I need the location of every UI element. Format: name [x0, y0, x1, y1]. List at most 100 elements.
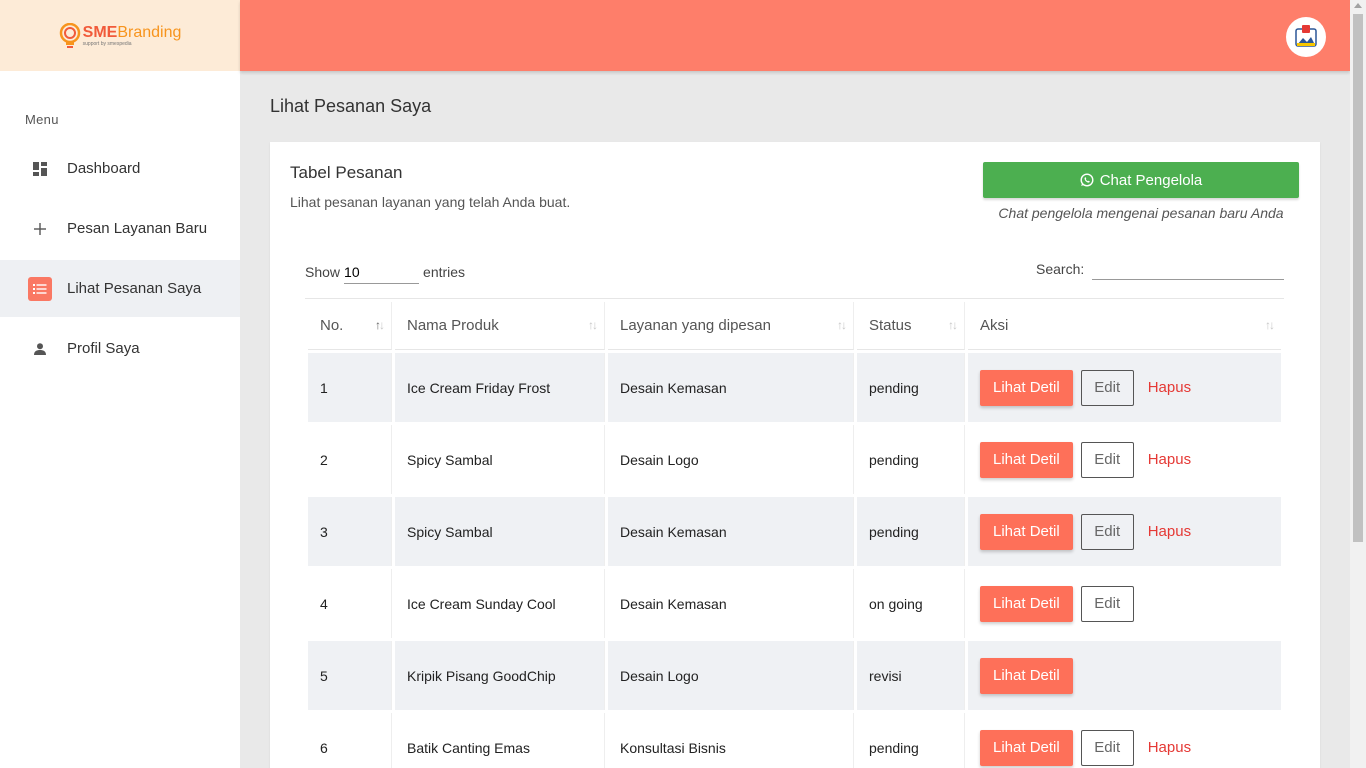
cell-service: Konsultasi Bisnis	[608, 713, 854, 768]
table-row: 6 Batik Canting Emas Konsultasi Bisnis pend…	[308, 713, 1281, 768]
cell-actions: Lihat Detil Edit Hapus	[968, 425, 1281, 494]
card-subtitle: Lihat pesanan layanan yang telah Anda bu…	[290, 194, 571, 210]
scroll-thumb[interactable]	[1353, 14, 1363, 542]
sidebar-item-dashboard[interactable]: Dashboard	[0, 140, 240, 197]
sidebar-item-pesan-layanan-baru[interactable]: Pesan Layanan Baru	[0, 200, 240, 257]
chat-pengelola-button[interactable]: Chat Pengelola	[983, 162, 1299, 198]
sort-icon: ↑↓	[375, 318, 385, 332]
card-title: Tabel Pesanan	[290, 163, 403, 182]
avatar-icon	[1295, 25, 1317, 47]
sort-icon: ↑↓	[837, 318, 847, 332]
sort-icon: ↑↓	[588, 318, 598, 332]
page-scrollbar[interactable]	[1350, 0, 1366, 768]
menu-title: Menu	[25, 112, 59, 127]
hapus-link[interactable]: Hapus	[1148, 379, 1191, 396]
brand-logo[interactable]: SMEBranding support by smespedia	[59, 22, 182, 49]
cell-no: 3	[308, 497, 392, 566]
cell-status: revisi	[857, 641, 965, 710]
dashboard-icon	[28, 157, 52, 181]
entries-select[interactable]	[344, 260, 420, 284]
brand-tagline: support by smespedia	[82, 40, 132, 47]
chat-button-label: Chat Pengelola	[1099, 171, 1203, 189]
avatar[interactable]	[1286, 17, 1326, 57]
cell-no: 2	[308, 425, 392, 494]
person-icon	[28, 337, 52, 361]
sidebar-nav: Dashboard Pesan Layanan Baru Lihat Pesan…	[0, 140, 240, 380]
column-header-no[interactable]: No. ↑↓	[308, 302, 392, 350]
brand-name: SMEBranding	[82, 23, 182, 41]
table-row: 3 Spicy Sambal Desain Kemasan pending Lihat …	[308, 497, 1281, 566]
search-control: Search:	[1036, 258, 1285, 280]
sort-icon: ↑↓	[1265, 318, 1275, 332]
orders-table-wrap: No. ↑↓ Nama Produk ↑↓ Layanan yang dipesan…	[305, 298, 1284, 768]
sidebar: SMEBranding support by smespedia Menu Da…	[0, 0, 240, 768]
cell-service: Desain Logo	[608, 641, 854, 710]
sidebar-item-lihat-pesanan-saya[interactable]: Lihat Pesanan Saya	[0, 260, 240, 317]
cell-status: pending	[857, 353, 965, 422]
search-input[interactable]	[1092, 258, 1285, 280]
cell-service: Desain Kemasan	[608, 353, 854, 422]
column-header-nama-produk[interactable]: Nama Produk ↑↓	[395, 302, 605, 350]
sidebar-item-label: Pesan Layanan Baru	[67, 220, 208, 237]
column-header-status[interactable]: Status ↑↓	[857, 302, 965, 350]
cell-actions: Lihat Detil Edit Hapus	[968, 497, 1281, 566]
table-row: 5 Kripik Pisang GoodChip Desain Logo revisi…	[308, 641, 1281, 710]
sidebar-item-label: Profil Saya	[67, 340, 140, 357]
cell-no: 1	[308, 353, 392, 422]
show-label: Show	[305, 264, 341, 280]
table-row: 2 Spicy Sambal Desain Logo pending Lihat Det…	[308, 425, 1281, 494]
cell-actions: Lihat Detil Edit	[968, 569, 1281, 638]
cell-status: pending	[857, 497, 965, 566]
show-entries-control: Show entries	[305, 260, 465, 284]
cell-status: pending	[857, 425, 965, 494]
lihat-detil-button[interactable]: Lihat Detil	[980, 657, 1073, 694]
lightbulb-icon	[59, 22, 80, 48]
cell-status: pending	[857, 713, 965, 768]
table-header-row: No. ↑↓ Nama Produk ↑↓ Layanan yang dipesan…	[308, 302, 1281, 350]
table-body: 1 Ice Cream Friday Frost Desain Kemasan pen…	[308, 353, 1281, 768]
search-label: Search:	[1036, 261, 1085, 277]
scroll-up-arrow-icon[interactable]	[1354, 3, 1362, 8]
lihat-detil-button[interactable]: Lihat Detil	[980, 369, 1073, 406]
cell-no: 6	[308, 713, 392, 768]
cell-product: Batik Canting Emas	[395, 713, 605, 768]
hapus-link[interactable]: Hapus	[1148, 739, 1191, 756]
column-header-aksi[interactable]: Aksi ↑↓	[968, 302, 1281, 350]
edit-button[interactable]: Edit	[1080, 513, 1134, 550]
edit-button[interactable]: Edit	[1080, 441, 1134, 478]
cell-product: Spicy Sambal	[395, 497, 605, 566]
lihat-detil-button[interactable]: Lihat Detil	[980, 441, 1073, 478]
cell-service: Desain Kemasan	[608, 497, 854, 566]
orders-card: Tabel Pesanan Lihat pesanan layanan yang…	[270, 142, 1320, 768]
sidebar-item-profil-saya[interactable]: Profil Saya	[0, 320, 240, 377]
table-row: 1 Ice Cream Friday Frost Desain Kemasan pen…	[308, 353, 1281, 422]
cell-product: Kripik Pisang GoodChip	[395, 641, 605, 710]
column-header-layanan[interactable]: Layanan yang dipesan ↑↓	[608, 302, 854, 350]
cell-actions: Lihat Detil	[968, 641, 1281, 710]
sidebar-item-label: Dashboard	[67, 160, 141, 177]
cell-actions: Lihat Detil Edit Hapus	[968, 353, 1281, 422]
cell-no: 5	[308, 641, 392, 710]
cell-service: Desain Logo	[608, 425, 854, 494]
cell-product: Spicy Sambal	[395, 425, 605, 494]
hapus-link[interactable]: Hapus	[1148, 451, 1191, 468]
list-icon	[28, 276, 52, 301]
cell-service: Desain Kemasan	[608, 569, 854, 638]
edit-button[interactable]: Edit	[1080, 369, 1134, 406]
whatsapp-icon	[1080, 173, 1094, 187]
logo-area: SMEBranding support by smespedia	[0, 0, 240, 71]
edit-button[interactable]: Edit	[1080, 729, 1134, 766]
lihat-detil-button[interactable]: Lihat Detil	[980, 513, 1073, 550]
lihat-detil-button[interactable]: Lihat Detil	[980, 729, 1073, 766]
edit-button[interactable]: Edit	[1080, 585, 1134, 622]
sidebar-item-label: Lihat Pesanan Saya	[67, 280, 202, 297]
top-bar	[240, 0, 1350, 71]
lihat-detil-button[interactable]: Lihat Detil	[980, 585, 1073, 622]
cell-actions: Lihat Detil Edit Hapus	[968, 713, 1281, 768]
cell-no: 4	[308, 569, 392, 638]
orders-table: No. ↑↓ Nama Produk ↑↓ Layanan yang dipesan…	[305, 298, 1284, 768]
hapus-link[interactable]: Hapus	[1148, 523, 1191, 540]
cell-product: Ice Cream Friday Frost	[395, 353, 605, 422]
page-title: Lihat Pesanan Saya	[270, 96, 432, 116]
sort-icon: ↑↓	[948, 318, 958, 332]
